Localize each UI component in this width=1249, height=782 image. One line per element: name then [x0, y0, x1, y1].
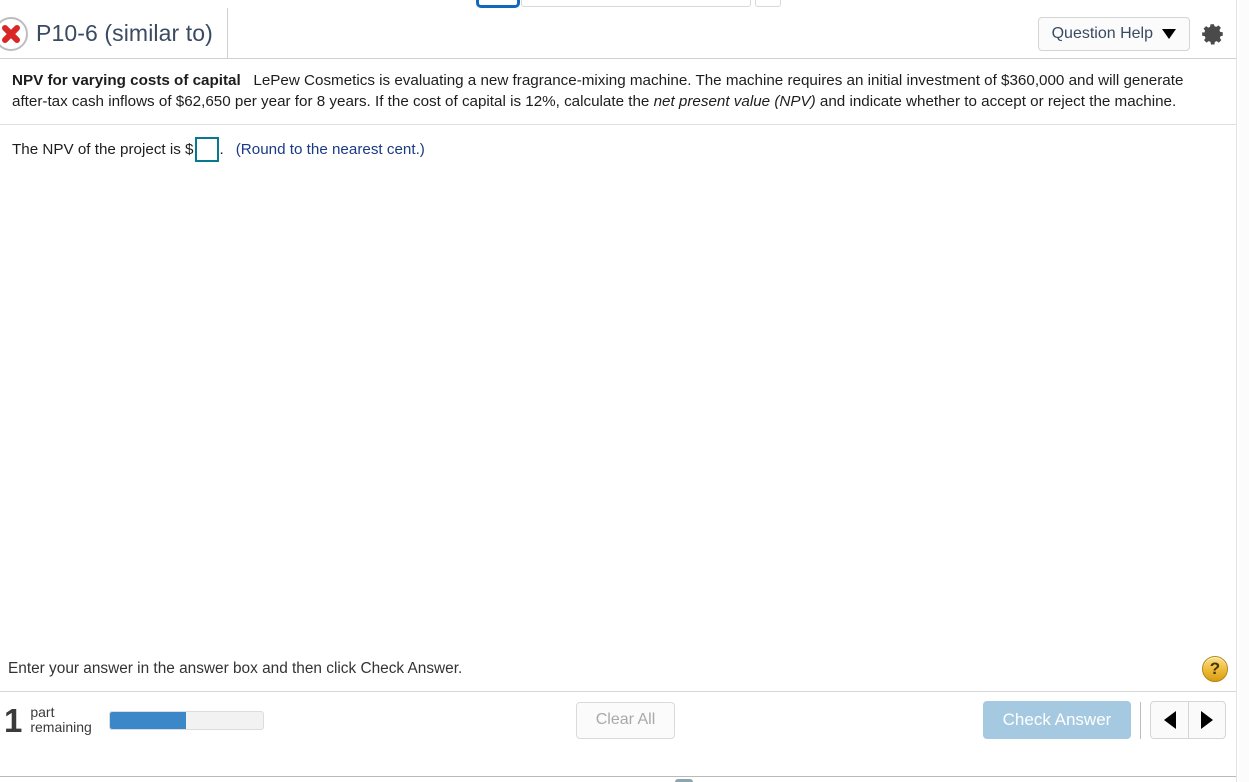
parts-label-line2: remaining [30, 719, 92, 735]
answer-prompt-label: The NPV of the project is $ [12, 141, 194, 158]
triangle-left-icon [1163, 711, 1176, 729]
vertical-scrollbar[interactable] [1236, 0, 1249, 782]
parts-label-line1: part [30, 704, 55, 720]
question-lead-bold: NPV for varying costs of capital [12, 72, 241, 89]
progress-bar [108, 710, 264, 730]
question-text-italic: net present value (NPV) [653, 93, 816, 110]
page-title: P10-6 (similar to) [36, 20, 213, 46]
previous-question-button[interactable] [1150, 701, 1188, 739]
npv-answer-input[interactable] [194, 137, 219, 162]
bottom-page-sliver [0, 776, 1236, 782]
footer-toolbar: 1 part remaining Clear All Check Answer [0, 692, 1236, 748]
question-panel: P10-6 (similar to) Question Help NPV for… [0, 8, 1236, 782]
triangle-right-icon [1201, 711, 1213, 729]
parent-page-sliver [0, 0, 1249, 8]
partial-blue-button[interactable] [476, 0, 520, 8]
parts-remaining-label: part remaining [30, 705, 91, 735]
question-help-label: Question Help [1051, 24, 1153, 42]
chevron-down-icon [1162, 28, 1176, 39]
red-x-icon [0, 16, 28, 51]
question-body: NPV for varying costs of capital LePew C… [0, 59, 1236, 125]
instruction-text: Enter your answer in the answer box and … [8, 660, 463, 677]
help-question-mark-icon[interactable]: ? [1202, 656, 1228, 682]
parts-remaining-group: 1 part remaining [0, 704, 264, 737]
progress-bar-fill [109, 711, 187, 729]
gear-icon[interactable] [1200, 21, 1226, 47]
parts-remaining-count: 1 [4, 701, 23, 739]
question-title-group: P10-6 (similar to) [0, 8, 228, 59]
partial-text-field[interactable] [521, 0, 751, 7]
clear-all-button[interactable]: Clear All [576, 701, 675, 739]
question-text: NPV for varying costs of capital LePew C… [12, 70, 1202, 112]
answer-period: . [219, 141, 224, 158]
question-header: P10-6 (similar to) Question Help [0, 8, 1236, 59]
check-answer-button[interactable]: Check Answer [983, 701, 1131, 739]
answer-work-area [0, 162, 1236, 647]
footer-right-actions: Check Answer [983, 701, 1226, 739]
scrollbar-track[interactable] [1239, 0, 1249, 782]
header-actions: Question Help [1037, 8, 1226, 59]
rounding-note: (Round to the nearest cent.) [235, 141, 425, 158]
partial-small-field[interactable] [755, 0, 781, 7]
nav-separator [1140, 701, 1141, 739]
question-help-button[interactable]: Question Help [1037, 16, 1190, 51]
next-question-button[interactable] [1188, 701, 1226, 739]
instruction-strip: Enter your answer in the answer box and … [0, 647, 1236, 692]
question-text-part2: and indicate whether to accept or reject… [815, 93, 1177, 110]
answer-row: The NPV of the project is $ . (Round to … [0, 125, 1236, 162]
question-page: P10-6 (similar to) Question Help NPV for… [0, 0, 1249, 782]
